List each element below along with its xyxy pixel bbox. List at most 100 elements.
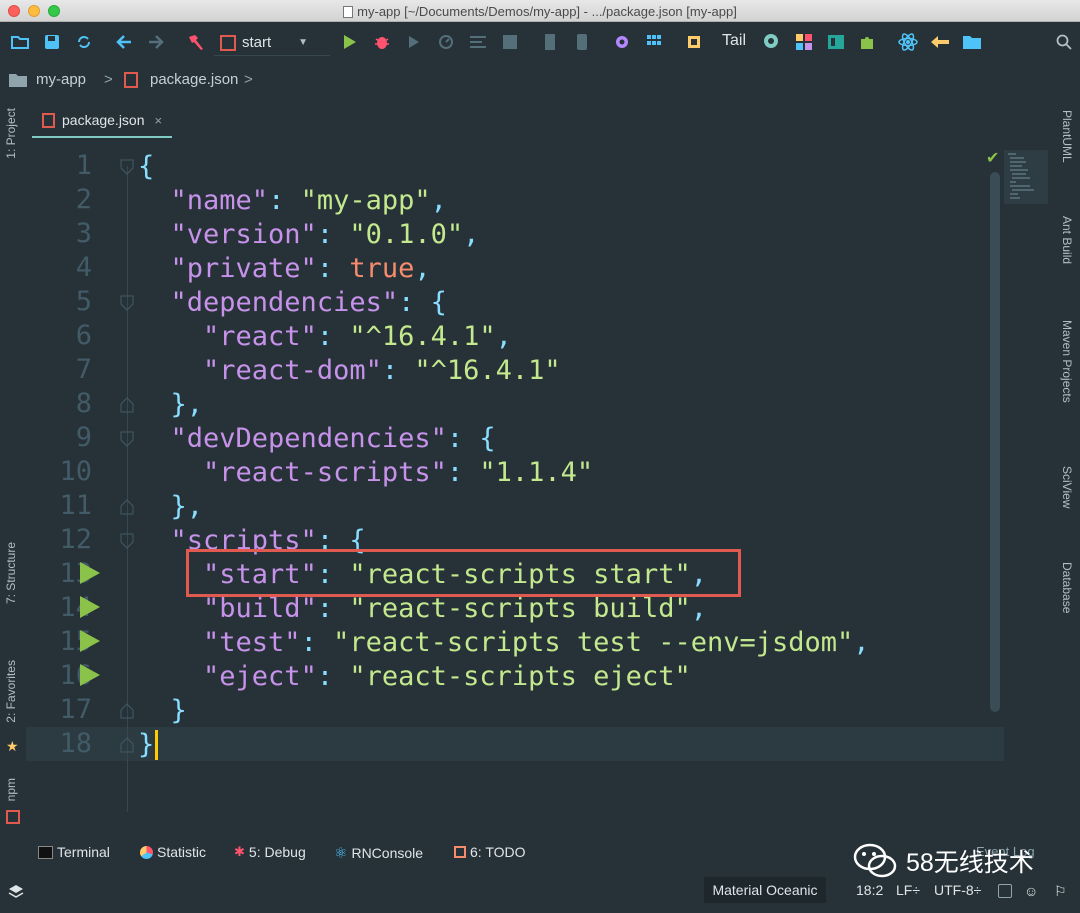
run-script-build-icon[interactable] — [80, 596, 100, 618]
close-tab-icon[interactable]: × — [155, 113, 163, 128]
breadcrumb-separator-icon: > — [104, 71, 113, 88]
code-token: true — [349, 253, 415, 284]
annotation-highlight-box — [186, 549, 741, 597]
wechat-logo-icon — [853, 843, 897, 878]
run-icon[interactable] — [340, 32, 360, 52]
run-script-eject-icon[interactable] — [80, 664, 100, 686]
build-artifacts-icon[interactable] — [540, 32, 560, 52]
fold-marker-icon[interactable] — [119, 430, 135, 448]
project-structure-icon[interactable] — [644, 32, 664, 52]
code-line-9: "devDependencies": { — [170, 423, 496, 454]
chip-icon[interactable] — [684, 32, 704, 52]
code-line-14: "build": "react-scripts build", — [203, 593, 707, 624]
attach-debugger-icon[interactable] — [468, 32, 488, 52]
search-icon[interactable] — [1054, 32, 1074, 52]
code-token: }, — [170, 389, 204, 420]
profiler-icon[interactable] — [436, 32, 456, 52]
run-coverage-icon[interactable] — [404, 32, 424, 52]
database-panel-tab[interactable]: Database — [1060, 562, 1074, 613]
caret-position[interactable]: 18:2 — [856, 882, 883, 898]
npm-config-icon — [220, 34, 236, 51]
plantuml-panel-tab[interactable]: PlantUML — [1060, 110, 1074, 163]
chevron-down-icon: ▼ — [298, 37, 308, 48]
todo-label: 6: TODO — [470, 844, 526, 860]
line-number: 17 — [59, 694, 92, 725]
fold-end-icon[interactable] — [119, 736, 135, 754]
encoding-select[interactable]: UTF-8÷ — [934, 882, 981, 898]
fold-end-icon[interactable] — [119, 396, 135, 414]
open-folder-icon[interactable] — [10, 32, 30, 52]
debug-tab[interactable]: ✱ 5: Debug — [234, 844, 306, 860]
code-line-8: }, — [138, 388, 204, 422]
breadcrumb-file[interactable]: package.json — [150, 71, 238, 88]
device-icon[interactable] — [572, 32, 592, 52]
favorites-panel-tab[interactable]: 2: Favorites — [4, 660, 18, 723]
fold-marker-icon[interactable] — [119, 158, 135, 176]
maven-projects-panel-tab[interactable]: Maven Projects — [1060, 320, 1074, 403]
sync-icon[interactable] — [74, 32, 94, 52]
breadcrumb-project[interactable]: my-app — [36, 71, 86, 88]
terminal-label: Terminal — [57, 844, 110, 860]
code-token: "react" — [203, 321, 317, 352]
settings-gear-icon[interactable] — [612, 32, 632, 52]
npm-icon — [6, 810, 20, 824]
terminal-tab[interactable]: Terminal — [38, 844, 110, 860]
read-only-lock-icon[interactable] — [998, 884, 1012, 898]
tab-label: package.json — [62, 112, 145, 128]
bug-icon: ✱ — [234, 844, 245, 859]
line-number: 18 — [59, 728, 92, 759]
line-separator-select[interactable]: LF÷ — [896, 882, 920, 898]
code-token: "dependencies" — [170, 287, 399, 318]
forward-arrow-icon[interactable] — [146, 32, 166, 52]
code-line-3: "version": "0.1.0", — [170, 219, 480, 250]
structure-panel-tab[interactable]: 7: Structure — [4, 542, 18, 604]
rnconsole-tab[interactable]: ⚛ RNConsole — [334, 844, 423, 862]
run-script-test-icon[interactable] — [80, 630, 100, 652]
npm-panel-tab[interactable]: npm — [4, 778, 18, 801]
line-number: 8 — [75, 388, 92, 419]
run-configuration-select[interactable]: start ▼ — [214, 30, 330, 56]
window-title: my-app [~/Documents/Demos/my-app] - .../… — [0, 4, 1080, 19]
tail-button[interactable]: Tail — [722, 32, 746, 50]
statistic-tab[interactable]: Statistic — [140, 844, 206, 860]
code-line-5: "dependencies": { — [170, 287, 447, 318]
hector-icon[interactable]: ☺ — [1024, 883, 1038, 899]
debug-bug-icon[interactable] — [372, 32, 392, 52]
tool-windows-layers-icon[interactable] — [8, 884, 24, 905]
code-editor[interactable]: 1 2 3 4 5 6 7 8 9 10 11 12 13 14 15 16 17 18 { "name": "m… — [26, 140, 1006, 840]
fold-end-icon[interactable] — [119, 498, 135, 516]
puzzle-plugin-icon[interactable] — [858, 32, 878, 52]
reload-arrow-icon[interactable] — [930, 32, 950, 52]
code-token: { — [138, 151, 155, 182]
line-number: 4 — [75, 252, 92, 283]
run-config-label: start — [242, 34, 272, 51]
back-arrow-icon[interactable] — [114, 32, 134, 52]
code-token: "build" — [203, 593, 317, 624]
editor-scrollbar[interactable] — [990, 172, 1000, 712]
ant-build-panel-tab[interactable]: Ant Build — [1060, 216, 1074, 264]
theme-indicator[interactable]: Material Oceanic — [704, 877, 826, 903]
code-token: "test" — [203, 627, 301, 658]
stop-icon[interactable] — [500, 32, 520, 52]
code-minimap[interactable] — [1004, 150, 1048, 204]
fold-marker-icon[interactable] — [119, 532, 135, 550]
save-icon[interactable] — [42, 32, 62, 52]
project-panel-tab[interactable]: 1: Project — [4, 108, 18, 159]
folder-icon[interactable] — [962, 32, 982, 52]
sciview-panel-tab[interactable]: SciView — [1060, 466, 1074, 508]
fold-end-icon[interactable] — [119, 702, 135, 720]
run-script-start-icon[interactable] — [80, 562, 100, 584]
react-icon[interactable] — [898, 32, 918, 52]
android-layout-icon[interactable] — [826, 32, 846, 52]
todo-tab[interactable]: 6: TODO — [454, 844, 526, 860]
fold-marker-icon[interactable] — [119, 294, 135, 312]
watermark-text: 58无线技术 — [906, 849, 1034, 877]
build-hammer-icon[interactable] — [186, 32, 206, 52]
tab-package-json[interactable]: package.json × — [32, 104, 173, 138]
code-token: "^16.4.1" — [349, 321, 496, 352]
plugin-grid-icon[interactable] — [794, 32, 814, 52]
notifications-icon[interactable]: ⚐ — [1054, 883, 1067, 900]
coverage-icon[interactable] — [762, 32, 782, 52]
code-line-6: "react": "^16.4.1", — [203, 321, 512, 352]
code-line-11: }, — [138, 490, 204, 524]
